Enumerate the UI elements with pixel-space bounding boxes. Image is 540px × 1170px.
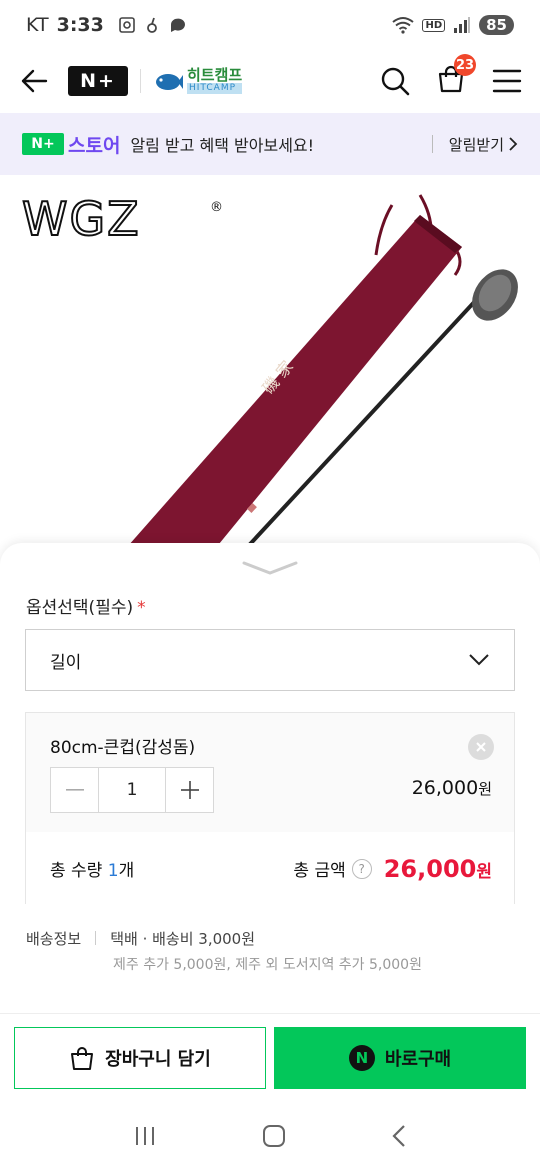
shop-name-en: HITCAMP: [187, 83, 243, 94]
option-price-value: 26,000: [411, 777, 479, 799]
chat-icon: [170, 18, 185, 32]
notification-banner[interactable]: N+ 스토어 알림 받고 혜택 받아보세요! 알림받기: [0, 113, 540, 175]
alarm-button[interactable]: 알림받기: [449, 134, 518, 155]
option-label-text: 옵션선택(필수): [26, 598, 134, 618]
wifi-icon: [392, 17, 415, 34]
close-icon: [476, 742, 486, 752]
fish-logo-icon: [156, 74, 183, 90]
brand-logo: WGZ: [22, 192, 141, 246]
registered-mark: ®: [210, 200, 223, 215]
decrease-button[interactable]: [51, 768, 98, 812]
banner-message: 알림 받고 혜택 받아보세요!: [130, 136, 315, 155]
battery-indicator: 85: [479, 15, 514, 35]
length-select[interactable]: 길이: [25, 629, 515, 691]
app-header: N+ 히트캠프 HITCAMP 23: [0, 50, 540, 112]
quantity-value[interactable]: 1: [98, 768, 166, 812]
selected-option-item: 80cm-큰컵(감성돔) 1 26,000원 총 수량 1개 총 금액 ? 26…: [25, 712, 515, 905]
system-navigation-bar: [0, 1101, 540, 1170]
naver-pay-icon: N: [348, 1045, 375, 1071]
required-mark: *: [137, 598, 146, 618]
select-value: 길이: [50, 652, 82, 673]
carrier-label: KT: [26, 14, 49, 36]
signal-icon: [454, 17, 471, 33]
add-to-cart-button[interactable]: 장바구니 담기: [14, 1027, 266, 1089]
plus-icon: [180, 781, 199, 799]
arrow-left-icon: [21, 69, 48, 93]
add-to-cart-label: 장바구니 담기: [105, 1049, 211, 1070]
hd-voice-badge: HD: [422, 18, 446, 32]
store-n-badge: N+: [22, 133, 64, 155]
option-item-price: 26,000원: [412, 777, 492, 799]
total-amount-label: 총 금액 ?: [293, 856, 372, 881]
banner-divider: [431, 135, 433, 153]
shipping-divider: [95, 931, 97, 945]
recent-apps-icon[interactable]: [133, 1125, 157, 1147]
total-qty-number: 1: [107, 861, 119, 881]
shipping-extra-fee: 제주 추가 5,000원, 제주 외 도서지역 추가 5,000원: [113, 957, 422, 973]
total-amount-label-text: 총 금액: [293, 861, 346, 881]
shop-name-ko: 히트캠프: [187, 66, 243, 84]
minus-icon: [65, 789, 84, 791]
option-label: 옵션선택(필수) *: [26, 593, 146, 618]
clock: 3:33: [56, 14, 104, 36]
link-icon: [146, 17, 157, 33]
cart-count-badge: 23: [454, 54, 476, 76]
total-amount-value: 26,000: [383, 854, 477, 883]
quantity-stepper: 1: [50, 767, 214, 813]
total-qty-prefix: 총 수량: [50, 861, 108, 881]
increase-button[interactable]: [166, 768, 213, 812]
menu-icon[interactable]: [492, 68, 522, 94]
total-summary: 총 수량 1개 총 금액 ? 26,000원: [26, 832, 514, 905]
help-icon[interactable]: ?: [351, 858, 372, 879]
total-amount-unit: 원: [476, 861, 492, 882]
shipping-method: 택배 · 배송비 3,000원: [110, 930, 256, 948]
chevron-right-icon: [509, 137, 518, 151]
shipping-label: 배송정보: [26, 930, 82, 948]
notification-icons: [118, 16, 188, 34]
back-nav-icon[interactable]: [391, 1124, 407, 1148]
status-bar: KT 3:33 HD 85: [0, 0, 540, 50]
purchase-action-bar: 장바구니 담기 N 바로구매: [0, 1013, 540, 1101]
shopping-bag-icon: [71, 1047, 94, 1070]
search-icon[interactable]: [380, 66, 410, 96]
header-divider: [140, 69, 141, 93]
shop-logo[interactable]: 히트캠프 HITCAMP: [153, 66, 243, 94]
chevron-down-icon: [469, 654, 489, 666]
naver-store-logo: N+ 스토어: [22, 131, 120, 158]
buy-now-label: 바로구매: [384, 1049, 452, 1070]
buy-now-button[interactable]: N 바로구매: [274, 1027, 526, 1089]
total-qty-suffix: 개: [118, 861, 135, 881]
remove-option-button[interactable]: [468, 734, 494, 760]
naver-plus-logo[interactable]: N+: [68, 66, 128, 96]
total-quantity: 총 수량 1개: [50, 856, 134, 881]
option-bottom-sheet: 옵션선택(필수) * 길이 80cm-큰컵(감성돔) 1 26,000원 총 수량…: [0, 543, 540, 1013]
back-button[interactable]: [18, 65, 50, 97]
option-price-unit: 원: [478, 780, 492, 798]
product-image[interactable]: WGZ ® 磯 家: [0, 175, 540, 555]
home-icon[interactable]: [262, 1124, 286, 1148]
option-item-name: 80cm-큰컵(감성돔): [50, 738, 196, 758]
cart-button[interactable]: 23: [436, 54, 476, 98]
product-photo: WGZ ® 磯 家: [21, 191, 518, 555]
sheet-collapse-handle[interactable]: [240, 557, 300, 577]
alarm-label: 알림받기: [448, 135, 504, 154]
shipping-info: 배송정보 택배 · 배송비 3,000원: [26, 928, 255, 949]
store-name: 스토어: [68, 134, 121, 157]
screenshot-icon: [119, 17, 135, 33]
total-amount: 26,000원: [384, 855, 492, 883]
